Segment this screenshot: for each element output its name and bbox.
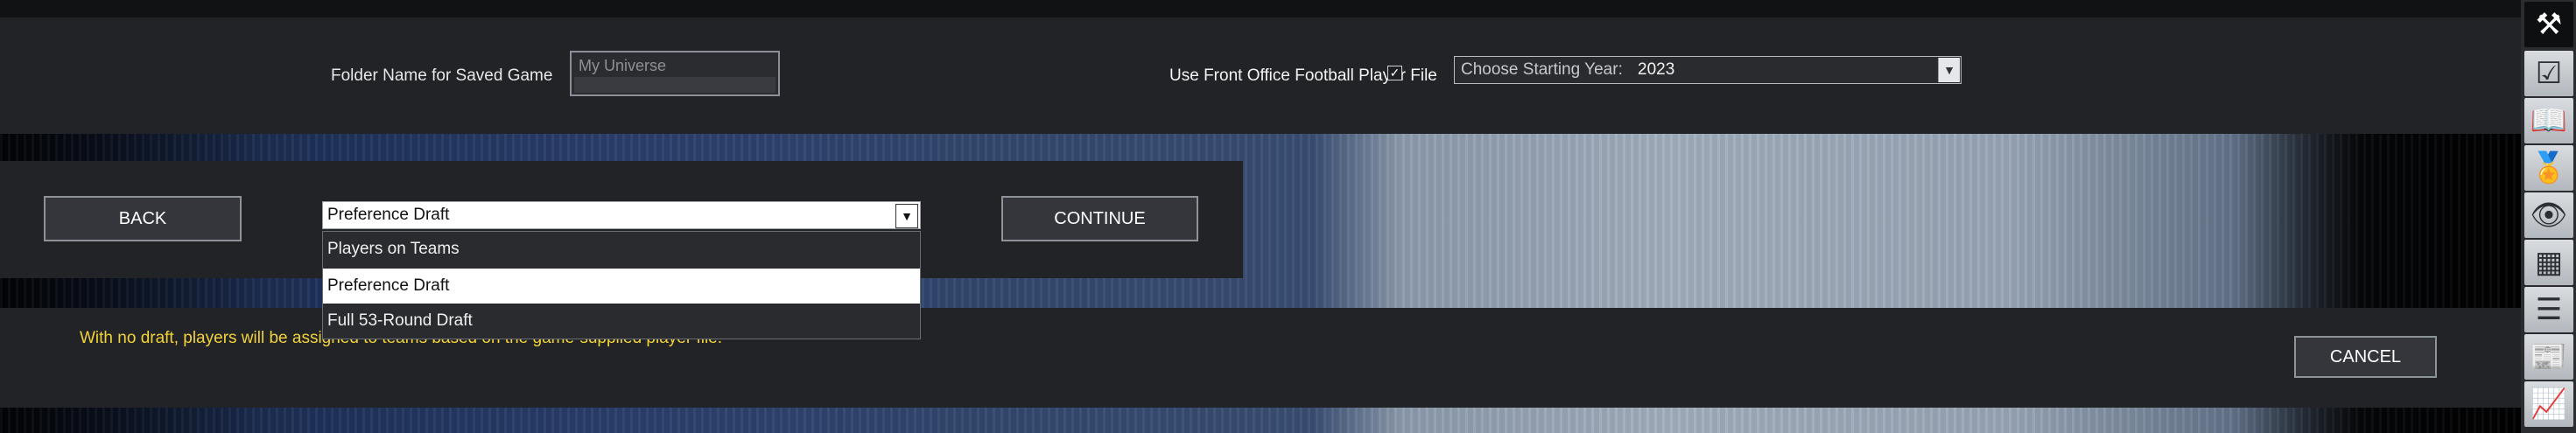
medal-icon[interactable]: 🏅 bbox=[2524, 145, 2573, 191]
chevron-down-icon[interactable]: ▼ bbox=[1938, 58, 1960, 82]
back-button[interactable]: BACK bbox=[44, 196, 242, 241]
eye-icon[interactable]: 👁 bbox=[2524, 192, 2573, 238]
starting-year-value: 2023 bbox=[1638, 60, 1675, 79]
side-toolbar: ⚒ ☑ 📖 🏅 👁 ▦ ☰ 📰 📈 bbox=[2521, 0, 2576, 433]
draft-type-select[interactable]: Preference Draft ▼ bbox=[322, 201, 921, 229]
dropdown-option[interactable]: Full 53-Round Draft bbox=[323, 304, 920, 339]
top-strip bbox=[0, 0, 2521, 17]
starting-year-select[interactable]: Choose Starting Year: 2023 ▼ bbox=[1454, 56, 1962, 84]
folder-name-label: Folder Name for Saved Game bbox=[331, 66, 553, 85]
chevron-down-icon[interactable]: ▼ bbox=[895, 204, 918, 228]
draft-type-value: Preference Draft bbox=[327, 206, 450, 224]
continue-button[interactable]: CONTINUE bbox=[1001, 196, 1198, 241]
checklist-icon[interactable]: ☑ bbox=[2524, 51, 2573, 96]
chart-icon[interactable]: 📈 bbox=[2524, 381, 2573, 427]
grid-icon[interactable]: ▦ bbox=[2524, 240, 2573, 285]
folder-name-input[interactable]: My Universe bbox=[570, 51, 780, 96]
cancel-button[interactable]: CANCEL bbox=[2294, 336, 2437, 378]
dropdown-option-selected[interactable]: Preference Draft bbox=[323, 269, 920, 304]
newspaper-icon[interactable]: 📰 bbox=[2524, 334, 2573, 380]
folder-name-placeholder: My Universe bbox=[579, 57, 667, 74]
draft-type-dropdown: Players on Teams Preference Draft Full 5… bbox=[322, 231, 921, 339]
list-icon[interactable]: ☰ bbox=[2524, 287, 2573, 332]
dropdown-option[interactable]: Players on Teams bbox=[323, 232, 920, 267]
tools-icon[interactable]: ⚒ bbox=[2524, 2, 2573, 47]
book-icon[interactable]: 📖 bbox=[2524, 98, 2573, 143]
player-file-checkbox[interactable]: ✓ bbox=[1387, 66, 1402, 80]
starting-year-label: Choose Starting Year: bbox=[1461, 60, 1623, 79]
